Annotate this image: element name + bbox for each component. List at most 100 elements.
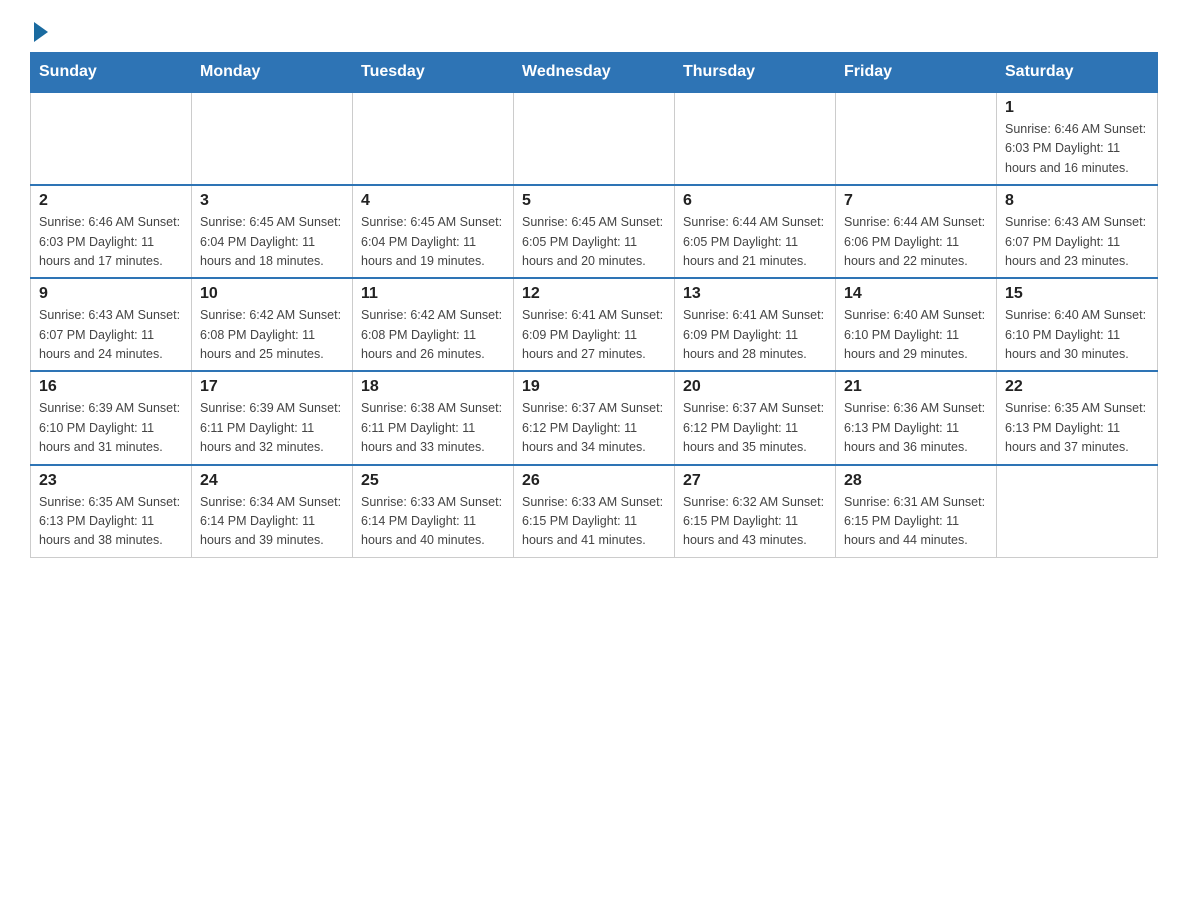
calendar-cell <box>675 92 836 185</box>
header-wednesday: Wednesday <box>514 53 675 93</box>
calendar-cell: 4 Sunrise: 6:45 AM Sunset: 6:04 PM Daylig… <box>353 185 514 278</box>
day-info: Sunrise: 6:46 AM Sunset: 6:03 PM Dayligh… <box>39 213 183 271</box>
calendar-cell: 7 Sunrise: 6:44 AM Sunset: 6:06 PM Daylig… <box>836 185 997 278</box>
day-info: Sunrise: 6:45 AM Sunset: 6:05 PM Dayligh… <box>522 213 666 271</box>
day-number: 20 <box>683 378 827 396</box>
day-info: Sunrise: 6:43 AM Sunset: 6:07 PM Dayligh… <box>1005 213 1149 271</box>
day-info: Sunrise: 6:34 AM Sunset: 6:14 PM Dayligh… <box>200 493 344 551</box>
day-info: Sunrise: 6:33 AM Sunset: 6:15 PM Dayligh… <box>522 493 666 551</box>
day-number: 4 <box>361 192 505 210</box>
calendar-week-5: 23 Sunrise: 6:35 AM Sunset: 6:13 PM Dayli… <box>31 465 1158 558</box>
calendar-cell: 22 Sunrise: 6:35 AM Sunset: 6:13 PM Dayli… <box>997 371 1158 464</box>
day-info: Sunrise: 6:39 AM Sunset: 6:10 PM Dayligh… <box>39 399 183 457</box>
day-number: 9 <box>39 285 183 303</box>
calendar-cell: 5 Sunrise: 6:45 AM Sunset: 6:05 PM Daylig… <box>514 185 675 278</box>
day-info: Sunrise: 6:37 AM Sunset: 6:12 PM Dayligh… <box>683 399 827 457</box>
day-number: 14 <box>844 285 988 303</box>
calendar-week-4: 16Sunrise: 6:39 AM Sunset: 6:10 PM Dayli… <box>31 371 1158 464</box>
day-info: Sunrise: 6:32 AM Sunset: 6:15 PM Dayligh… <box>683 493 827 551</box>
day-info: Sunrise: 6:42 AM Sunset: 6:08 PM Dayligh… <box>200 306 344 364</box>
day-info: Sunrise: 6:44 AM Sunset: 6:06 PM Dayligh… <box>844 213 988 271</box>
day-number: 8 <box>1005 192 1149 210</box>
header-friday: Friday <box>836 53 997 93</box>
day-info: Sunrise: 6:31 AM Sunset: 6:15 PM Dayligh… <box>844 493 988 551</box>
calendar-week-1: 1 Sunrise: 6:46 AM Sunset: 6:03 PM Daylig… <box>31 92 1158 185</box>
day-number: 10 <box>200 285 344 303</box>
day-info: Sunrise: 6:40 AM Sunset: 6:10 PM Dayligh… <box>1005 306 1149 364</box>
calendar-cell: 17 Sunrise: 6:39 AM Sunset: 6:11 PM Dayli… <box>192 371 353 464</box>
calendar-cell: 14 Sunrise: 6:40 AM Sunset: 6:10 PM Dayli… <box>836 278 997 371</box>
calendar-header-row: SundayMondayTuesdayWednesdayThursdayFrid… <box>31 53 1158 93</box>
day-info: Sunrise: 6:41 AM Sunset: 6:09 PM Dayligh… <box>522 306 666 364</box>
header-monday: Monday <box>192 53 353 93</box>
day-number: 6 <box>683 192 827 210</box>
calendar-cell: 21 Sunrise: 6:36 AM Sunset: 6:13 PM Dayli… <box>836 371 997 464</box>
page-header <box>30 20 1158 42</box>
calendar-cell: 8 Sunrise: 6:43 AM Sunset: 6:07 PM Daylig… <box>997 185 1158 278</box>
header-saturday: Saturday <box>997 53 1158 93</box>
calendar-cell: 3Sunrise: 6:45 AM Sunset: 6:04 PM Daylig… <box>192 185 353 278</box>
day-info: Sunrise: 6:44 AM Sunset: 6:05 PM Dayligh… <box>683 213 827 271</box>
header-sunday: Sunday <box>31 53 192 93</box>
calendar-cell: 27 Sunrise: 6:32 AM Sunset: 6:15 PM Dayli… <box>675 465 836 558</box>
day-info: Sunrise: 6:45 AM Sunset: 6:04 PM Dayligh… <box>361 213 505 271</box>
day-number: 22 <box>1005 378 1149 396</box>
day-number: 11 <box>361 285 505 303</box>
day-number: 5 <box>522 192 666 210</box>
day-info: Sunrise: 6:35 AM Sunset: 6:13 PM Dayligh… <box>39 493 183 551</box>
calendar-cell: 2 Sunrise: 6:46 AM Sunset: 6:03 PM Daylig… <box>31 185 192 278</box>
calendar-cell <box>192 92 353 185</box>
day-info: Sunrise: 6:40 AM Sunset: 6:10 PM Dayligh… <box>844 306 988 364</box>
day-number: 1 <box>1005 99 1149 117</box>
calendar-cell: 10 Sunrise: 6:42 AM Sunset: 6:08 PM Dayli… <box>192 278 353 371</box>
calendar-cell: 6 Sunrise: 6:44 AM Sunset: 6:05 PM Daylig… <box>675 185 836 278</box>
day-info: Sunrise: 6:37 AM Sunset: 6:12 PM Dayligh… <box>522 399 666 457</box>
day-number: 15 <box>1005 285 1149 303</box>
calendar-cell: 25 Sunrise: 6:33 AM Sunset: 6:14 PM Dayli… <box>353 465 514 558</box>
calendar-cell: 13Sunrise: 6:41 AM Sunset: 6:09 PM Dayli… <box>675 278 836 371</box>
day-number: 27 <box>683 472 827 490</box>
day-number: 13 <box>683 285 827 303</box>
day-info: Sunrise: 6:33 AM Sunset: 6:14 PM Dayligh… <box>361 493 505 551</box>
calendar-cell: 20 Sunrise: 6:37 AM Sunset: 6:12 PM Dayli… <box>675 371 836 464</box>
day-number: 2 <box>39 192 183 210</box>
calendar-cell: 18Sunrise: 6:38 AM Sunset: 6:11 PM Dayli… <box>353 371 514 464</box>
calendar-cell <box>514 92 675 185</box>
calendar-cell: 28 Sunrise: 6:31 AM Sunset: 6:15 PM Dayli… <box>836 465 997 558</box>
header-tuesday: Tuesday <box>353 53 514 93</box>
calendar-cell <box>836 92 997 185</box>
day-number: 26 <box>522 472 666 490</box>
logo <box>30 20 70 42</box>
day-info: Sunrise: 6:35 AM Sunset: 6:13 PM Dayligh… <box>1005 399 1149 457</box>
calendar-cell: 19 Sunrise: 6:37 AM Sunset: 6:12 PM Dayli… <box>514 371 675 464</box>
calendar-cell: 23 Sunrise: 6:35 AM Sunset: 6:13 PM Dayli… <box>31 465 192 558</box>
day-number: 7 <box>844 192 988 210</box>
day-info: Sunrise: 6:36 AM Sunset: 6:13 PM Dayligh… <box>844 399 988 457</box>
calendar-cell: 9 Sunrise: 6:43 AM Sunset: 6:07 PM Daylig… <box>31 278 192 371</box>
calendar-week-3: 9 Sunrise: 6:43 AM Sunset: 6:07 PM Daylig… <box>31 278 1158 371</box>
day-number: 12 <box>522 285 666 303</box>
day-info: Sunrise: 6:43 AM Sunset: 6:07 PM Dayligh… <box>39 306 183 364</box>
calendar-cell: 16Sunrise: 6:39 AM Sunset: 6:10 PM Dayli… <box>31 371 192 464</box>
day-info: Sunrise: 6:46 AM Sunset: 6:03 PM Dayligh… <box>1005 120 1149 178</box>
calendar-cell: 12 Sunrise: 6:41 AM Sunset: 6:09 PM Dayli… <box>514 278 675 371</box>
day-number: 25 <box>361 472 505 490</box>
day-number: 17 <box>200 378 344 396</box>
day-number: 19 <box>522 378 666 396</box>
calendar-cell: 11 Sunrise: 6:42 AM Sunset: 6:08 PM Dayli… <box>353 278 514 371</box>
day-number: 24 <box>200 472 344 490</box>
day-number: 23 <box>39 472 183 490</box>
logo-arrow-icon <box>34 22 48 42</box>
calendar-week-2: 2 Sunrise: 6:46 AM Sunset: 6:03 PM Daylig… <box>31 185 1158 278</box>
calendar-cell <box>31 92 192 185</box>
day-number: 21 <box>844 378 988 396</box>
calendar-cell: 1 Sunrise: 6:46 AM Sunset: 6:03 PM Daylig… <box>997 92 1158 185</box>
calendar-cell: 15 Sunrise: 6:40 AM Sunset: 6:10 PM Dayli… <box>997 278 1158 371</box>
day-info: Sunrise: 6:39 AM Sunset: 6:11 PM Dayligh… <box>200 399 344 457</box>
day-number: 28 <box>844 472 988 490</box>
header-thursday: Thursday <box>675 53 836 93</box>
day-info: Sunrise: 6:42 AM Sunset: 6:08 PM Dayligh… <box>361 306 505 364</box>
calendar-cell <box>353 92 514 185</box>
calendar-cell <box>997 465 1158 558</box>
day-info: Sunrise: 6:38 AM Sunset: 6:11 PM Dayligh… <box>361 399 505 457</box>
